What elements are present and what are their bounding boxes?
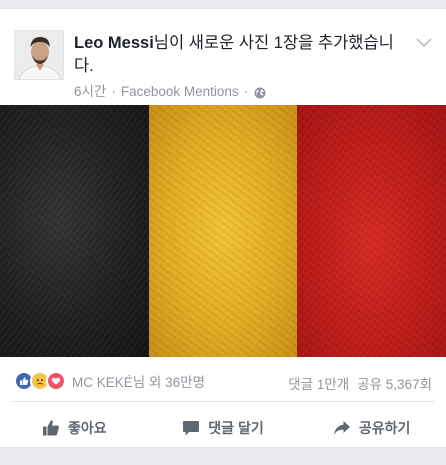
shares-count[interactable]: 공유 5,367회 xyxy=(357,373,432,393)
post-source[interactable]: Facebook Mentions xyxy=(121,83,239,101)
post-stats: MC KEKÉ님 외 36만명 댓글 1만개 공유 5,367회 xyxy=(0,367,446,393)
comment-button[interactable]: 댓글 달기 xyxy=(149,409,298,447)
profile-photo xyxy=(15,31,63,79)
engagement-counts: 댓글 1만개 공유 5,367회 xyxy=(288,373,432,393)
love-icon xyxy=(46,371,66,391)
post-photo[interactable] xyxy=(0,105,446,357)
post-time[interactable]: 6시간 xyxy=(74,83,106,101)
globe-icon xyxy=(254,86,266,99)
flag-stripe-red xyxy=(297,105,446,357)
post-title: Leo Messi님이 새로운 사진 1장을 추가했습니다. xyxy=(74,32,404,78)
thumbs-up-icon xyxy=(43,420,59,436)
comment-icon xyxy=(183,421,200,436)
meta-separator: · xyxy=(243,84,249,99)
comment-button-label: 댓글 달기 xyxy=(208,420,264,436)
share-button[interactable]: 공유하기 xyxy=(297,409,446,447)
author-name[interactable]: Leo Messi xyxy=(74,34,154,52)
meta-separator: · xyxy=(111,84,116,99)
flag-stripe-yellow xyxy=(148,105,298,357)
reactions-summary[interactable]: MC KEKÉ님 외 36만명 xyxy=(14,371,205,391)
action-bar: 좋아요 댓글 달기 공유하기 xyxy=(0,409,446,447)
share-button-label: 공유하기 xyxy=(358,420,411,436)
comments-count[interactable]: 댓글 1만개 xyxy=(288,373,349,393)
reactions-names: MC KEKÉ님 외 36만명 xyxy=(72,375,205,390)
post-card: Leo Messi님이 새로운 사진 1장을 추가했습니다. 6시간 · Fac… xyxy=(0,8,446,448)
divider xyxy=(12,401,434,402)
chevron-down-icon[interactable] xyxy=(416,35,432,47)
post-meta: 6시간 · Facebook Mentions · xyxy=(74,83,266,101)
flag-stripe-black xyxy=(0,105,149,357)
like-button[interactable]: 좋아요 xyxy=(0,409,149,447)
avatar[interactable] xyxy=(14,30,64,80)
post-header: Leo Messi님이 새로운 사진 1장을 추가했습니다. 6시간 · Fac… xyxy=(0,9,446,105)
like-button-label: 좋아요 xyxy=(68,420,107,436)
share-icon xyxy=(333,421,350,435)
